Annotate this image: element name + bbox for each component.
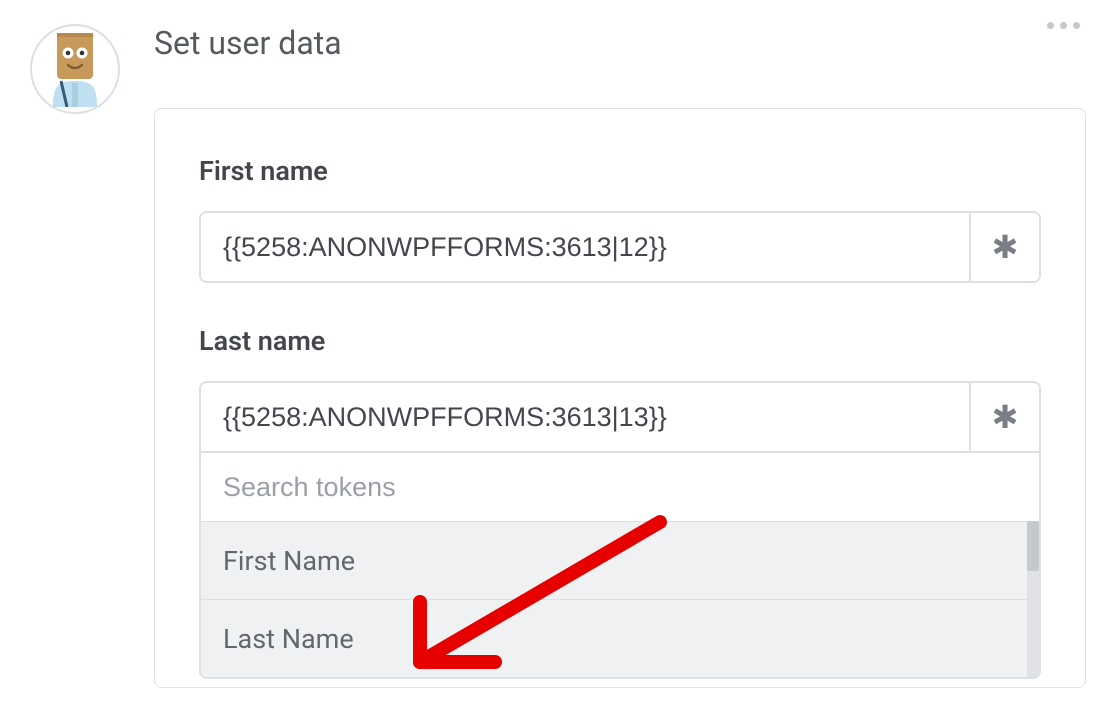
dot-icon bbox=[1047, 22, 1054, 29]
token-dropdown: First Name Last Name bbox=[199, 453, 1041, 679]
first-name-field: First name ✱ bbox=[199, 155, 1041, 283]
action-card: First name ✱ Last name ✱ bbox=[154, 108, 1086, 688]
token-option-last-name[interactable]: Last Name bbox=[201, 599, 1039, 677]
last-name-field: Last name ✱ First Name bbox=[199, 325, 1041, 679]
avatar bbox=[30, 24, 120, 114]
avatar-image bbox=[43, 31, 107, 107]
first-name-input-row: ✱ bbox=[199, 211, 1041, 283]
token-search-input[interactable] bbox=[201, 453, 1039, 521]
last-name-input[interactable] bbox=[201, 383, 969, 451]
dot-icon bbox=[1060, 22, 1067, 29]
token-option-list: First Name Last Name bbox=[201, 521, 1039, 677]
first-name-label: First name bbox=[199, 155, 1041, 187]
dot-icon bbox=[1073, 22, 1080, 29]
last-name-input-row: ✱ bbox=[199, 381, 1041, 453]
action-title: Set user data bbox=[154, 24, 1086, 62]
first-name-input[interactable] bbox=[201, 213, 969, 281]
last-name-token-button[interactable]: ✱ bbox=[969, 383, 1039, 451]
first-name-token-button[interactable]: ✱ bbox=[969, 213, 1039, 281]
last-name-label: Last name bbox=[199, 325, 1041, 357]
more-menu[interactable] bbox=[1041, 16, 1086, 35]
token-option-label: Last Name bbox=[223, 623, 354, 655]
asterisk-icon: ✱ bbox=[992, 398, 1019, 436]
scrollbar[interactable] bbox=[1027, 521, 1039, 677]
token-option-first-name[interactable]: First Name bbox=[201, 521, 1039, 599]
scrollbar-thumb[interactable] bbox=[1027, 521, 1039, 571]
token-search-row bbox=[201, 453, 1039, 521]
token-option-label: First Name bbox=[223, 545, 355, 577]
asterisk-icon: ✱ bbox=[992, 228, 1019, 266]
